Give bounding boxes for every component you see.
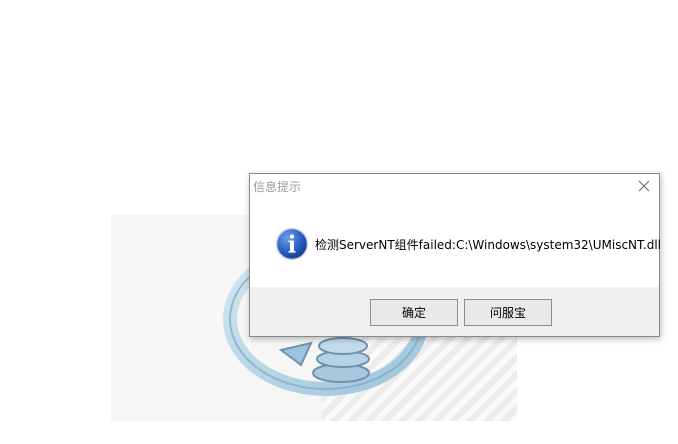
dialog-titlebar[interactable]: 信息提示 bbox=[250, 174, 659, 198]
ask-help-button-label: 问服宝 bbox=[489, 306, 526, 320]
close-button[interactable] bbox=[635, 177, 653, 195]
screen: 信息提示 检测ServerNT组件failed:C:\Windows\syste… bbox=[0, 0, 678, 444]
ask-help-button[interactable]: 问服宝 bbox=[464, 299, 552, 326]
message-dialog: 信息提示 检测ServerNT组件failed:C:\Windows\syste… bbox=[249, 173, 662, 337]
ok-button-label: 确定 bbox=[401, 306, 426, 320]
ok-button[interactable]: 确定 bbox=[370, 299, 458, 326]
dialog-title: 信息提示 bbox=[253, 180, 302, 194]
dialog-content: 检测ServerNT组件failed:C:\Windows\system32\U… bbox=[250, 198, 662, 287]
dialog-message: 检测ServerNT组件failed:C:\Windows\system32\U… bbox=[315, 238, 662, 252]
info-icon bbox=[275, 227, 309, 261]
dialog-button-bar: 确定 问服宝 bbox=[250, 287, 659, 336]
close-icon bbox=[638, 180, 650, 192]
